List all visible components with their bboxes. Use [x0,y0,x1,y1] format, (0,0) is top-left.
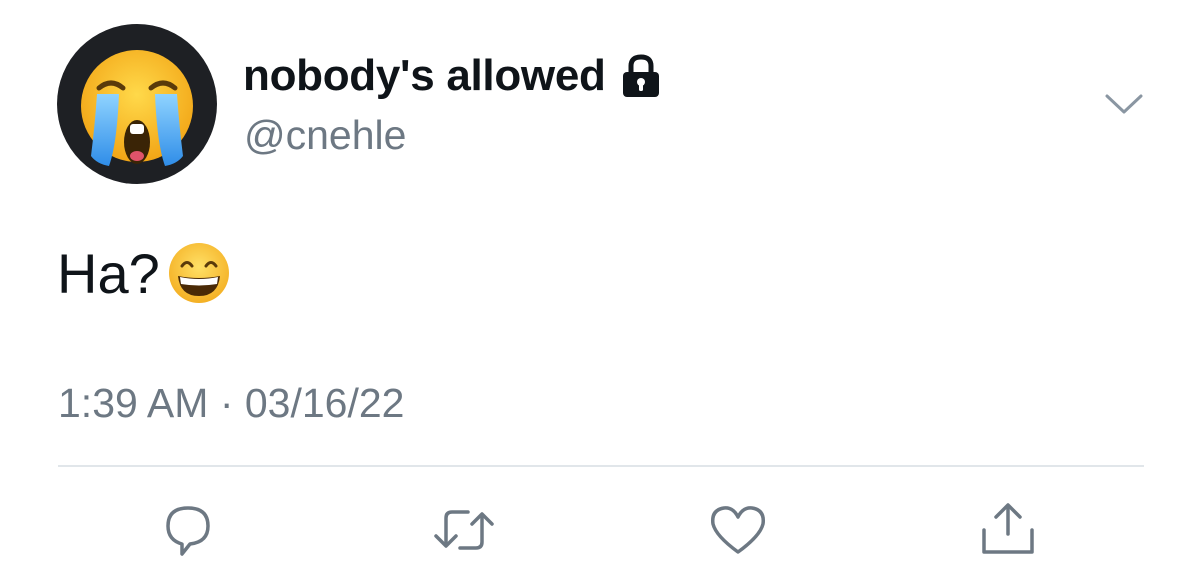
tweet: nobody's allowed @cnehle Ha? 1:39 AM · 0… [0,0,1200,588]
chevron-down-icon[interactable] [1104,92,1144,116]
tweet-text-body: Ha? [57,241,160,305]
reply-icon [166,506,210,556]
tweet-text: Ha? [57,240,232,306]
tweet-timestamp[interactable]: 1:39 AM · 03/16/22 [58,380,404,427]
author-handle[interactable]: @cnehle [244,112,406,159]
lock-icon [622,54,659,97]
reply-button[interactable] [160,500,224,560]
share-button[interactable] [976,500,1040,560]
author-display-name[interactable]: nobody's allowed [243,51,606,101]
grinning-face-with-smiling-eyes-emoji [168,243,229,303]
retweet-button[interactable] [428,500,494,560]
retweet-icon [434,510,494,550]
share-icon [982,503,1034,554]
author-name-row[interactable]: nobody's allowed [243,51,662,101]
like-button[interactable] [706,500,770,560]
divider [58,465,1144,467]
avatar[interactable] [57,24,217,184]
like-icon [710,506,766,554]
loudly-crying-face-emoji [81,50,193,166]
